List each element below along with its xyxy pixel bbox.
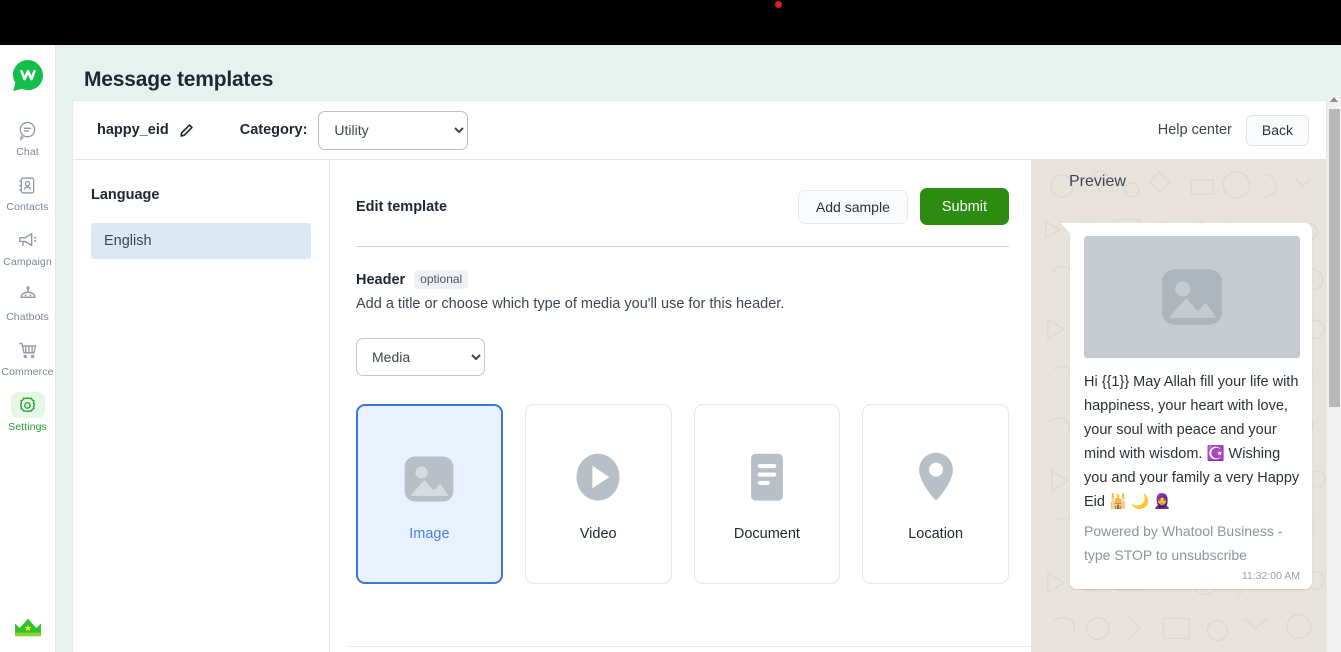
language-item-english[interactable]: English [91,223,311,259]
language-item-label: English [104,233,152,249]
scrollbar-thumb[interactable] [1329,109,1340,407]
play-video-icon [565,446,631,512]
category-label: Category: [239,122,308,138]
image-icon [396,446,462,512]
document-icon [734,446,800,512]
message-preview-text: Hi {{1}} May Allah fill your life with h… [1084,374,1300,510]
message-preview-footer: Powered by Whatool Business - type STOP … [1084,523,1283,563]
screen-recording-bar [0,0,1341,45]
help-center-link[interactable]: Help center [1158,122,1232,138]
app-root: Chat Contacts Campaign Chatbots Commerce… [0,0,1341,652]
header-section-title: Header [356,271,406,288]
editor-panel: Edit template Add sample Submit Header o… [330,160,1031,652]
category-select[interactable]: UtilityMarketingAuthentication [318,110,469,150]
editor-actions: Add sample Submit [797,188,1009,225]
crown-icon[interactable] [0,616,56,640]
whatool-logo[interactable] [11,59,45,93]
sidebar-item-label: Settings [8,421,47,433]
media-card-label: Video [579,526,617,542]
card-body: Language English Edit template Add sampl… [73,160,1329,652]
back-button[interactable]: Back [1245,114,1309,146]
scroll-up-arrow-icon[interactable] [1330,97,1338,102]
sidebar-item-label: Contacts [6,201,49,213]
left-navigation-rail: Chat Contacts Campaign Chatbots Commerce… [0,45,56,652]
section-bottom-divider [348,646,1031,647]
rail-items: Chat Contacts Campaign Chatbots Commerce… [0,109,55,439]
campaign-megaphone-icon [11,227,45,253]
editor-divider [356,246,1009,247]
sidebar-item-label: Commerce [1,366,54,378]
media-card-image[interactable]: Image [356,404,503,584]
commerce-cart-icon [11,337,45,363]
media-card-video[interactable]: Video [524,404,672,584]
media-card-document[interactable]: Document [693,404,841,584]
chatbot-robot-icon [11,282,45,308]
pencil-icon[interactable] [179,123,194,138]
header-section-title-row: Header optional [356,270,1009,289]
sidebar-item-chat[interactable]: Chat [0,109,56,164]
header-right-actions: Help center Back [1158,114,1309,146]
media-card-group: Image Video Document Location [356,404,1009,584]
card-header: happy_eid Category: UtilityMarketingAuth… [73,101,1329,160]
page-title: Message templates [84,68,274,91]
editor-header-row: Edit template Add sample Submit [356,188,1009,225]
message-preview-bubble: Hi {{1}} May Allah fill your life with h… [1061,223,1312,589]
preview-panel: Preview Hi {{1}} May Allah fill your lif… [1031,160,1329,652]
template-name: happy_eid [97,122,169,138]
sidebar-item-label: Campaign [3,256,52,268]
language-title: Language [91,187,160,203]
media-type-select[interactable]: MediaTextNone [356,338,485,376]
message-timestamp: 11:32:00 AM [1241,570,1300,582]
editor-title: Edit template [356,198,448,215]
preview-title: Preview [1069,173,1126,190]
image-placeholder-icon [1084,236,1300,358]
media-card-location[interactable]: Location [862,404,1009,584]
contacts-icon [11,172,45,198]
recording-dot-icon [775,1,782,8]
media-card-label: Document [733,526,800,542]
media-card-label: Image [409,526,450,542]
header-section-subtitle: Add a title or choose which type of medi… [356,296,785,312]
language-panel: Language English [73,160,330,652]
sidebar-item-label: Chat [16,146,39,158]
template-editor-card: happy_eid Category: UtilityMarketingAuth… [72,100,1330,652]
location-pin-icon [903,446,969,512]
add-sample-button[interactable]: Add sample [797,189,908,224]
submit-button[interactable]: Submit [919,188,1009,225]
sidebar-item-contacts[interactable]: Contacts [0,164,56,219]
sidebar-item-commerce[interactable]: Commerce [0,329,56,384]
gear-icon [10,392,45,418]
page-vertical-scrollbar[interactable] [1326,95,1341,652]
sidebar-item-campaign[interactable]: Campaign [0,219,56,274]
chat-icon [11,117,45,143]
sidebar-item-chatbots[interactable]: Chatbots [0,274,56,329]
sidebar-item-settings[interactable]: Settings [0,384,56,439]
media-card-label: Location [908,526,964,542]
optional-badge: optional [414,270,469,289]
sidebar-item-label: Chatbots [6,311,49,323]
